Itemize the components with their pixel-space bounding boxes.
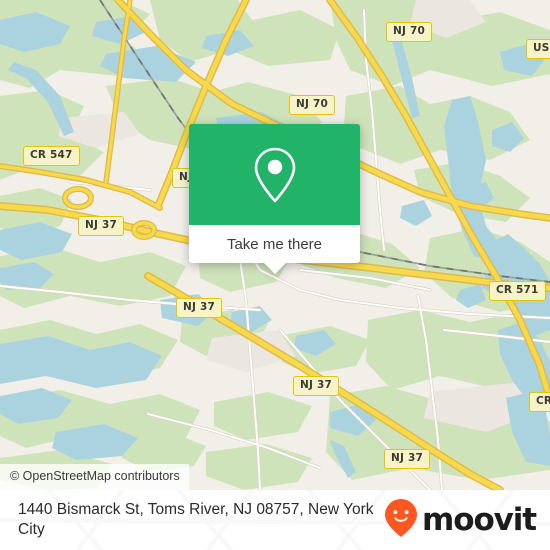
road-shield-cr547: CR 547 [23, 146, 80, 166]
road-shield-nj70-center: NJ 70 [289, 95, 335, 115]
moovit-brand[interactable]: moovit [384, 498, 537, 543]
road-shield-cr-edge: CR [529, 392, 550, 412]
take-me-there-label: Take me there [226, 235, 323, 253]
popup-footer[interactable]: Take me there [189, 225, 360, 263]
take-me-there-popup[interactable]: Take me there [189, 124, 360, 274]
map-canvas[interactable]: NJ 70 US NJ 70 CR 547 NJ 37 NJ NJ 37 CR … [0, 0, 550, 490]
road-shield-cr571: CR 571 [489, 281, 546, 301]
moovit-map-card: NJ 70 US NJ 70 CR 547 NJ 37 NJ NJ 37 CR … [0, 0, 550, 550]
road-shield-nj37-bottom: NJ 37 [384, 449, 430, 469]
moovit-pin-logo-icon [384, 498, 418, 543]
card-footer: 1440 Bismarck St, Toms River, NJ 08757, … [0, 490, 550, 550]
map-pin-icon [249, 144, 301, 206]
footer-content: 1440 Bismarck St, Toms River, NJ 08757, … [0, 490, 550, 550]
road-shield-nj37-mid: NJ 37 [176, 298, 222, 318]
road-shield-nj70-north: NJ 70 [386, 22, 432, 42]
popup-header [189, 124, 360, 225]
popup-pointer [263, 263, 286, 274]
road-shield-nj37-west: NJ 37 [78, 216, 124, 236]
road-shield-nj37-south: NJ 37 [293, 376, 339, 396]
road-shield-us: US [526, 39, 550, 59]
map-attribution[interactable]: © OpenStreetMap contributors [0, 464, 189, 490]
moovit-wordmark: moovit [422, 501, 537, 538]
address-label: 1440 Bismarck St, Toms River, NJ 08757, … [18, 501, 374, 538]
